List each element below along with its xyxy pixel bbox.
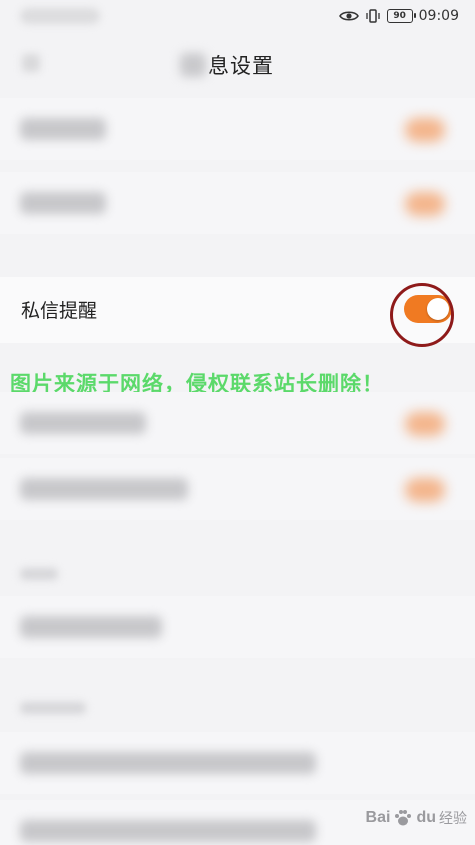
title-blurred-part — [180, 53, 206, 77]
toggle-blurred[interactable] — [405, 118, 445, 142]
toggle-blurred[interactable] — [405, 412, 445, 436]
page-header: 息设置 — [0, 40, 475, 90]
row-label-blurred — [20, 412, 146, 434]
status-left-blurred — [20, 8, 100, 24]
page-title: 息设置 — [208, 54, 274, 78]
row-label-blurred — [20, 820, 316, 842]
settings-row-blurred[interactable] — [0, 392, 475, 454]
status-icons: 90 09:09 — [338, 6, 459, 26]
back-button[interactable] — [22, 54, 40, 72]
settings-row-blurred[interactable] — [0, 458, 475, 520]
toggle-blurred[interactable] — [405, 192, 445, 216]
eye-icon — [338, 11, 359, 21]
settings-row-blurred[interactable] — [0, 596, 475, 658]
status-bar: 90 09:09 — [0, 0, 475, 32]
row-label-blurred — [20, 616, 162, 638]
logo-brand: Bai — [365, 809, 391, 826]
row-label-blurred — [20, 118, 106, 140]
row-label-blurred — [20, 478, 188, 500]
toggle-blurred[interactable] — [405, 478, 445, 502]
paw-icon — [395, 810, 412, 826]
settings-row-blurred[interactable] — [0, 172, 475, 234]
vibrate-icon — [365, 9, 380, 23]
settings-row-blurred[interactable] — [0, 732, 475, 794]
row-label-blurred — [20, 192, 106, 214]
setting-label: 私信提醒 — [21, 300, 98, 322]
battery-icon: 90 — [386, 9, 416, 23]
baidu-jingyan-logo: Bai du 经验 — [366, 805, 467, 831]
highlight-circle-annotation — [390, 283, 454, 347]
row-label-blurred — [20, 752, 316, 774]
section-label-blurred — [20, 568, 58, 580]
page-title-wrap: 息设置 — [180, 50, 274, 80]
status-clock: 09:09 — [418, 8, 459, 24]
settings-row-blurred[interactable] — [0, 98, 475, 160]
logo-suffix: du — [416, 809, 436, 826]
logo-sub: 经验 — [439, 810, 467, 826]
section-label-blurred — [20, 702, 86, 714]
